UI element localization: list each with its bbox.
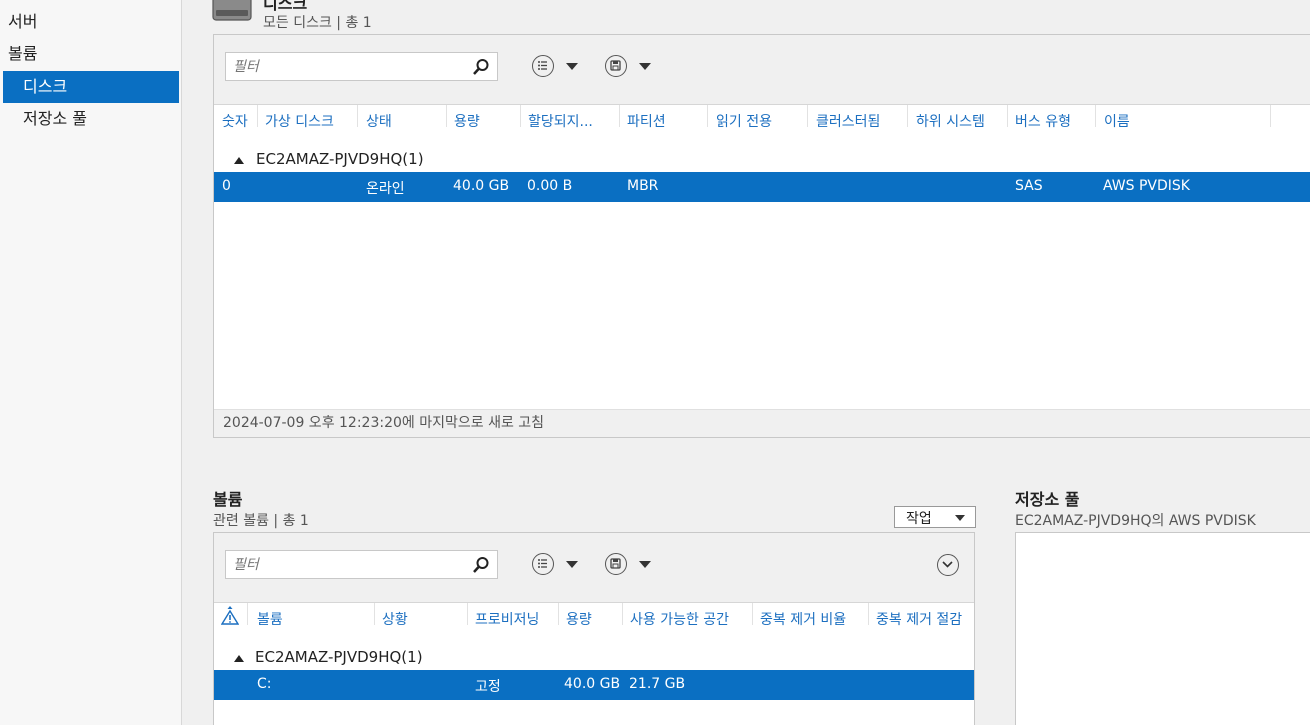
disk-number: 0 xyxy=(222,178,231,194)
chevron-down-icon xyxy=(639,561,651,568)
refresh-status: 2024-07-09 오후 12:23:20에 마지막으로 새로 고침 xyxy=(214,409,1310,437)
save-icon xyxy=(605,55,627,77)
chevron-down-icon xyxy=(955,515,965,521)
column-header-number[interactable]: 숫자 xyxy=(215,111,257,135)
hard-disk-icon xyxy=(212,0,252,21)
expand-button[interactable] xyxy=(937,554,959,576)
sidebar-item-servers[interactable]: 서버 xyxy=(0,6,180,38)
column-header-subsystem[interactable]: 하위 시스템 xyxy=(909,111,1007,135)
column-header-dedup-rate[interactable]: 중복 제거 비율 xyxy=(753,609,869,633)
disk-unallocated: 0.00 B xyxy=(527,178,573,194)
collapse-triangle-icon[interactable] xyxy=(234,157,244,164)
column-header-clustered[interactable]: 클러스터됨 xyxy=(809,111,907,135)
disk-partition: MBR xyxy=(627,178,659,194)
disk-capacity: 40.0 GB xyxy=(453,178,510,194)
column-header-volume[interactable]: 볼륨 xyxy=(250,609,374,633)
volumes-group-row[interactable]: EC2AMAZ-PJVD9HQ(1) xyxy=(214,647,974,671)
chevron-down-icon xyxy=(942,561,953,568)
search-icon[interactable] xyxy=(472,58,490,76)
storage-pools-title: 저장소 풀 xyxy=(1015,490,1080,509)
column-header-dedup-savings[interactable]: 중복 제거 절감 xyxy=(869,609,976,633)
column-header-free-space[interactable]: 사용 가능한 공간 xyxy=(623,609,753,633)
disks-group-row[interactable]: EC2AMAZ-PJVD9HQ(1) xyxy=(214,149,1310,173)
sidebar-item-disks[interactable]: 디스크 xyxy=(3,71,179,103)
list-icon xyxy=(532,553,554,575)
column-header-bus-type[interactable]: 버스 유형 xyxy=(1008,111,1095,135)
search-icon[interactable] xyxy=(472,556,490,574)
chevron-down-icon xyxy=(566,561,578,568)
volumes-filter-input[interactable] xyxy=(226,551,466,578)
main-content: 디스크 모든 디스크 | 총 1 필터 숫자 가상 디스크 상태 용량 할당되지… xyxy=(183,0,1310,725)
column-header-name[interactable]: 이름 xyxy=(1097,111,1267,135)
volumes-group-label: EC2AMAZ-PJVD9HQ(1) xyxy=(255,648,423,666)
table-row[interactable]: C: 고정 40.0 GB 21.7 GB xyxy=(214,670,974,700)
column-header-virtual-disk[interactable]: 가상 디스크 xyxy=(258,111,357,135)
storage-pools-subtitle: EC2AMAZ-PJVD9HQ의 AWS PVDISK xyxy=(1015,513,1256,529)
column-header-capacity[interactable]: 용량 xyxy=(559,609,623,633)
disks-filter-input[interactable] xyxy=(226,53,466,80)
volume-free-space: 21.7 GB xyxy=(629,676,686,692)
volumes-filter xyxy=(225,550,498,579)
sidebar-item-storage-pools[interactable]: 저장소 풀 xyxy=(0,103,180,135)
column-header-read-only[interactable]: 읽기 전용 xyxy=(709,111,807,135)
column-header-partition[interactable]: 파티션 xyxy=(620,111,707,135)
table-row[interactable]: 0 온라인 40.0 GB 0.00 B MBR SAS AWS PVDISK xyxy=(214,172,1310,202)
volumes-toolbar xyxy=(214,533,974,603)
column-header-unallocated[interactable]: 할당되지... xyxy=(521,111,619,135)
disks-group-label: EC2AMAZ-PJVD9HQ(1) xyxy=(256,150,424,168)
volume-capacity: 40.0 GB xyxy=(564,676,621,692)
storage-pools-panel xyxy=(1015,532,1310,725)
disks-filter xyxy=(225,52,498,81)
chevron-down-icon xyxy=(566,63,578,70)
disk-name: AWS PVDISK xyxy=(1103,178,1190,194)
warning-icon[interactable] xyxy=(221,605,239,625)
save-query-button[interactable] xyxy=(605,55,653,79)
disk-status: 온라인 xyxy=(366,181,405,197)
list-icon xyxy=(532,55,554,77)
tasks-button-label: 작업 xyxy=(906,511,932,527)
volumes-subtitle: 관련 볼륨 | 총 1 xyxy=(213,513,309,529)
volume-provisioning: 고정 xyxy=(475,679,501,695)
column-header-provisioning[interactable]: 프로비저닝 xyxy=(468,609,558,633)
disks-toolbar xyxy=(214,35,1310,105)
disks-panel: 숫자 가상 디스크 상태 용량 할당되지... 파티션 읽기 전용 클러스터됨 … xyxy=(213,34,1310,438)
disk-bus-type: SAS xyxy=(1015,178,1043,194)
volumes-title: 볼륨 xyxy=(213,490,243,509)
volumes-panel: 볼륨 상황 프로비저닝 용량 사용 가능한 공간 중복 제거 비율 중복 제거 … xyxy=(213,532,975,725)
column-header-health[interactable]: 상황 xyxy=(375,609,467,633)
column-header-capacity[interactable]: 용량 xyxy=(447,111,521,135)
save-icon xyxy=(605,553,627,575)
save-query-button[interactable] xyxy=(605,553,653,577)
column-header-status[interactable]: 상태 xyxy=(359,111,446,135)
view-options-button[interactable] xyxy=(532,553,580,577)
chevron-down-icon xyxy=(639,63,651,70)
volume-letter: C: xyxy=(257,676,272,692)
view-options-button[interactable] xyxy=(532,55,580,79)
tasks-button[interactable]: 작업 xyxy=(894,506,976,528)
sidebar: 서버 볼륨 디스크 저장소 풀 xyxy=(0,0,182,725)
disks-subtitle: 모든 디스크 | 총 1 xyxy=(263,15,372,31)
sidebar-item-volumes[interactable]: 볼륨 xyxy=(0,38,180,70)
collapse-triangle-icon[interactable] xyxy=(234,655,244,662)
